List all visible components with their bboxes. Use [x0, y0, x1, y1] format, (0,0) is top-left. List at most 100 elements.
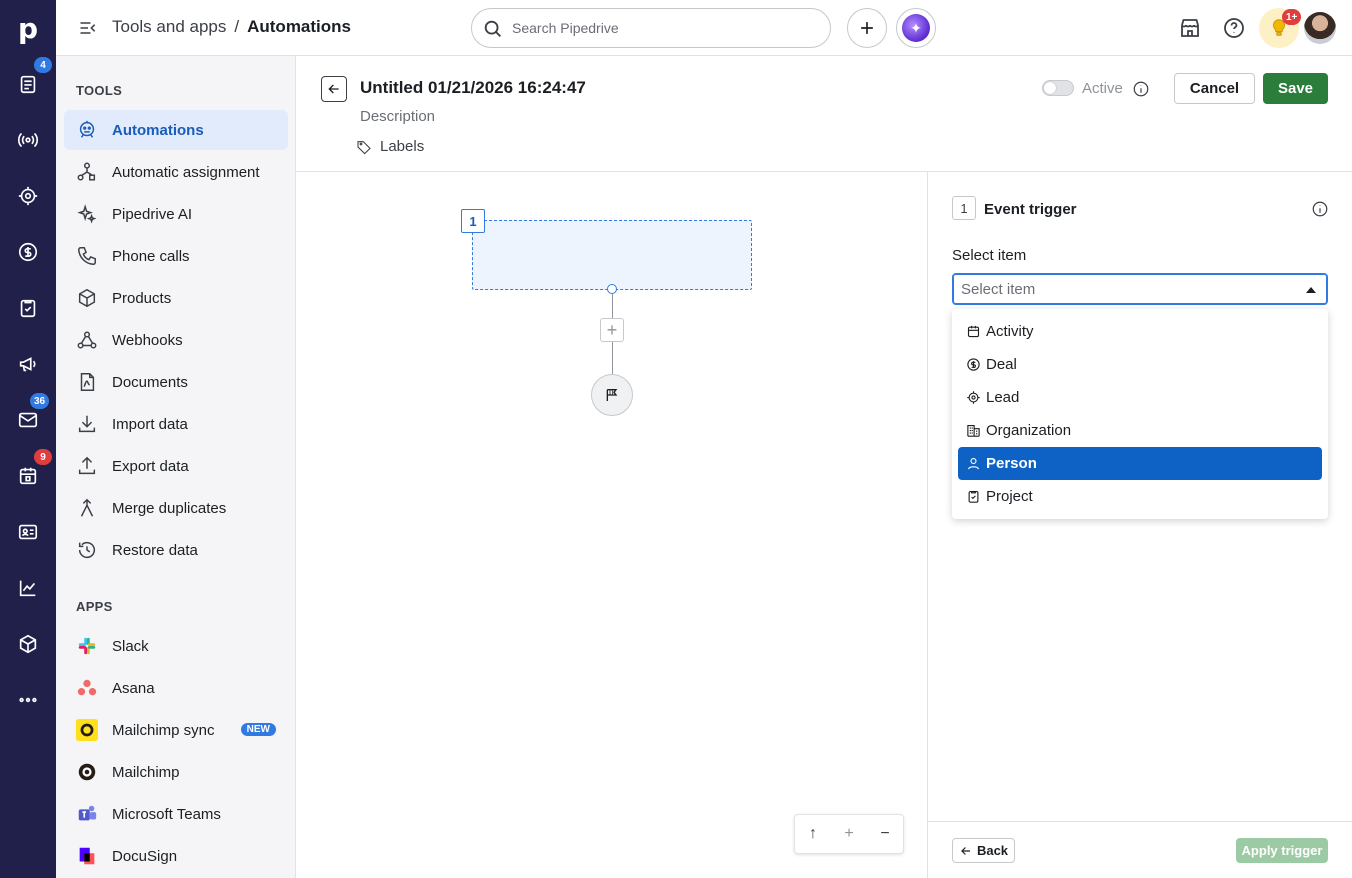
- help-icon: [1224, 18, 1244, 38]
- sidebar-item-label: Products: [112, 289, 172, 307]
- sidebar-item-phone-calls[interactable]: Phone calls: [64, 236, 288, 276]
- labels-button[interactable]: Labels: [356, 138, 424, 155]
- caret-up-icon: [1306, 287, 1316, 293]
- sidebar-item-automations[interactable]: Automations: [64, 110, 288, 150]
- megaphone-icon: [19, 357, 36, 372]
- active-toggle[interactable]: [1042, 80, 1074, 96]
- finish-flag-icon: [606, 389, 618, 401]
- apply-trigger-button[interactable]: Apply trigger: [1236, 838, 1328, 863]
- option-person[interactable]: Person: [958, 447, 1322, 480]
- rail-campaigns[interactable]: [0, 112, 56, 168]
- new-badge: NEW: [240, 723, 276, 736]
- dollar-icon: [966, 357, 981, 372]
- asana-logo-icon: [76, 677, 98, 699]
- ai-assistant-button[interactable]: ✦: [896, 8, 936, 48]
- scroll-up-button[interactable]: ↑: [801, 825, 825, 843]
- panel-footer: Back Apply trigger: [928, 821, 1352, 878]
- trigger-node-placeholder[interactable]: [472, 220, 752, 290]
- pipedrive-logo[interactable]: p: [0, 0, 56, 56]
- sidebar-item-label: Mailchimp: [112, 763, 180, 781]
- sidebar-item-mailchimp[interactable]: Mailchimp: [64, 752, 288, 792]
- building-icon: [966, 423, 981, 438]
- mailchimp-logo-icon: [76, 719, 98, 741]
- contact-card-icon: [18, 524, 38, 540]
- help-button[interactable]: [1222, 16, 1246, 40]
- docusign-logo-icon: [76, 845, 98, 867]
- sidebar-item-restore-data[interactable]: Restore data: [64, 530, 288, 570]
- option-project[interactable]: Project: [958, 480, 1322, 513]
- more-dots-icon: [19, 697, 37, 703]
- sidebar-item-label: Phone calls: [112, 247, 190, 265]
- active-label: Active: [1082, 80, 1123, 97]
- dollar-icon: [18, 242, 38, 262]
- option-label: Organization: [986, 422, 1072, 439]
- sidebar-item-documents[interactable]: Documents: [64, 362, 288, 402]
- sidebar-item-label: Documents: [112, 373, 188, 391]
- avatar[interactable]: [1304, 12, 1336, 44]
- quick-add-button[interactable]: [847, 8, 887, 48]
- zoom-controls: ↑ + −: [794, 814, 904, 854]
- sidebar-item-webhooks[interactable]: Webhooks: [64, 320, 288, 360]
- select-item-dropdown[interactable]: Select item: [952, 273, 1328, 305]
- sidebar-item-mailchimp-sync[interactable]: Mailchimp sync NEW: [64, 710, 288, 750]
- info-icon[interactable]: [1132, 80, 1150, 98]
- zoom-out-button[interactable]: −: [873, 825, 897, 843]
- tools-section-title: TOOLS: [76, 83, 123, 98]
- mail-badge: 36: [30, 393, 50, 409]
- rail-more[interactable]: [0, 672, 56, 728]
- rail-deals-money[interactable]: [0, 224, 56, 280]
- sidebar-item-docusign[interactable]: DocuSign: [64, 836, 288, 876]
- trigger-panel: 1 Event trigger Select item Select item …: [928, 172, 1352, 878]
- clipboard-check-icon: [20, 299, 36, 318]
- rail-leads[interactable]: [0, 168, 56, 224]
- info-icon[interactable]: [1311, 200, 1329, 218]
- save-button[interactable]: Save: [1263, 73, 1328, 104]
- collapse-menu-icon[interactable]: [78, 18, 98, 38]
- back-button[interactable]: [321, 76, 347, 102]
- description-field[interactable]: Description: [360, 108, 435, 125]
- connector-line: [612, 342, 613, 374]
- zoom-in-button[interactable]: +: [837, 825, 861, 843]
- sidebar-item-pipedrive-ai[interactable]: Pipedrive AI: [64, 194, 288, 234]
- arrow-left-icon: [328, 84, 339, 94]
- sidebar-item-export-data[interactable]: Export data: [64, 446, 288, 486]
- breadcrumb-current: Automations: [247, 17, 351, 36]
- mailchimp-logo-icon: [76, 761, 98, 783]
- search-input[interactable]: Search Pipedrive: [471, 8, 831, 48]
- option-organization[interactable]: Organization: [958, 414, 1322, 447]
- cancel-button[interactable]: Cancel: [1174, 73, 1255, 104]
- deals-badge: 4: [34, 57, 52, 73]
- workflow-canvas[interactable]: 1 + ↑ + −: [296, 172, 928, 878]
- sidebar-item-label: Webhooks: [112, 331, 183, 349]
- document-icon: [76, 371, 98, 393]
- rail-activities[interactable]: [0, 280, 56, 336]
- sidebar-item-slack[interactable]: Slack: [64, 626, 288, 666]
- rail-insights[interactable]: [0, 560, 56, 616]
- arrow-left-icon: [961, 846, 971, 855]
- phone-icon: [76, 245, 98, 267]
- slack-logo-icon: [76, 635, 98, 657]
- select-item-label: Select item: [952, 247, 1027, 264]
- rail-campaigns-mega[interactable]: [0, 336, 56, 392]
- automation-title[interactable]: Untitled 01/21/2026 16:24:47: [360, 78, 586, 98]
- breadcrumb-parent[interactable]: Tools and apps: [112, 17, 226, 37]
- back-button[interactable]: Back: [952, 838, 1015, 863]
- broadcast-icon: [17, 132, 39, 148]
- option-deal[interactable]: Deal: [958, 348, 1322, 381]
- download-icon: [76, 413, 98, 435]
- rail-products[interactable]: [0, 616, 56, 672]
- sidebar-item-import-data[interactable]: Import data: [64, 404, 288, 444]
- option-activity[interactable]: Activity: [958, 315, 1322, 348]
- option-lead[interactable]: Lead: [958, 381, 1322, 414]
- marketplace-button[interactable]: [1178, 16, 1202, 40]
- add-step-button[interactable]: +: [600, 318, 624, 342]
- sidebar-item-asana[interactable]: Asana: [64, 668, 288, 708]
- sidebar-item-merge-duplicates[interactable]: Merge duplicates: [64, 488, 288, 528]
- panel-title: Event trigger: [984, 201, 1077, 218]
- sidebar-item-label: Import data: [112, 415, 188, 433]
- sidebar-item-products[interactable]: Products: [64, 278, 288, 318]
- rail-contacts[interactable]: [0, 504, 56, 560]
- sidebar-item-microsoft-teams[interactable]: Microsoft Teams: [64, 794, 288, 834]
- select-placeholder: Select item: [961, 280, 1036, 298]
- sidebar-item-automatic-assignment[interactable]: Automatic assignment: [64, 152, 288, 192]
